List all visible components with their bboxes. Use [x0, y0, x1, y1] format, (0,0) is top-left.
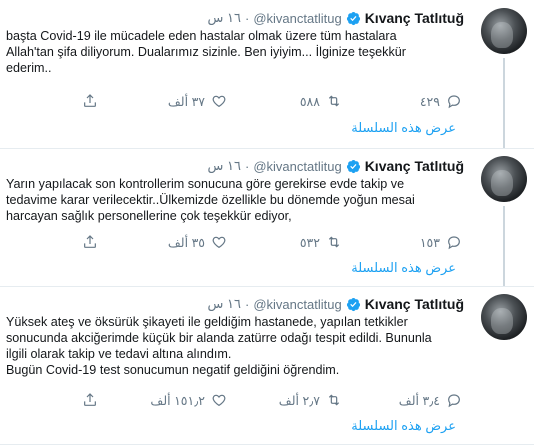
reply-icon — [448, 236, 460, 250]
reply-button[interactable]: ١٥٣ — [420, 232, 462, 252]
reply-icon — [448, 95, 460, 109]
tweet-text: Yüksek ateş ve öksürük şikayeti ile geld… — [6, 315, 432, 377]
share-button[interactable] — [82, 390, 98, 410]
avatar[interactable] — [481, 294, 527, 340]
author-handle[interactable]: @kivanctatlitug — [253, 11, 341, 26]
avatar[interactable] — [481, 156, 527, 202]
tweet-header: Kıvanç Tatlıtuğ @kivanctatlitug · ١٦ س — [208, 294, 464, 314]
share-icon — [84, 393, 96, 406]
like-button[interactable]: ٣٧ ألف — [168, 91, 227, 111]
like-count: ٣٥ ألف — [167, 235, 205, 250]
retweet-icon — [328, 236, 340, 248]
tweet-actions: ١٥٣ ٥٣٢ ٣٥ ألف — [82, 232, 462, 252]
verified-badge-icon — [346, 297, 360, 311]
verified-badge-icon — [346, 11, 360, 25]
show-thread-link[interactable]: عرض هذه السلسلة — [351, 418, 456, 434]
retweet-count: ٥٣٢ — [299, 235, 320, 250]
like-count: ١٥١٫٢ ألف — [150, 393, 205, 408]
share-icon — [84, 94, 96, 107]
tweet-time[interactable]: ١٦ س — [208, 158, 241, 174]
show-thread-link[interactable]: عرض هذه السلسلة — [351, 260, 456, 276]
retweet-button[interactable]: ٥٨٨ — [300, 91, 342, 111]
retweet-count: ٢٫٧ ألف — [278, 393, 320, 408]
separator-dot: · — [244, 296, 250, 312]
tweet-header: Kıvanç Tatlıtuğ @kivanctatlitug · ١٦ س — [208, 156, 464, 176]
share-button[interactable] — [82, 232, 98, 252]
author-handle[interactable]: @kivanctatlitug — [253, 159, 341, 174]
reply-count: ٣٫٤ ألف — [398, 393, 440, 408]
author-name[interactable]: Kıvanç Tatlıtuğ — [365, 296, 464, 312]
tweet-time[interactable]: ١٦ س — [208, 10, 241, 26]
tweet-header: Kıvanç Tatlıtuğ @kivanctatlitug · ١٦ س — [208, 8, 464, 28]
retweet-button[interactable]: ٢٫٧ ألف — [279, 390, 342, 410]
retweet-button[interactable]: ٥٣٢ — [300, 232, 342, 252]
author-name[interactable]: Kıvanç Tatlıtuğ — [365, 158, 464, 174]
separator-dot: · — [244, 10, 250, 26]
like-icon — [212, 394, 226, 407]
tweet-text: Yarın yapılacak son kontrollerim sonucun… — [6, 177, 415, 223]
tweet-actions: ٣٫٤ ألف ٢٫٧ ألف ١٥١٫٢ ألف — [82, 390, 462, 410]
like-button[interactable]: ٣٥ ألف — [168, 232, 227, 252]
reply-count: ٤٢٩ — [419, 94, 440, 109]
share-icon — [84, 235, 96, 248]
avatar[interactable] — [481, 8, 527, 54]
author-handle[interactable]: @kivanctatlitug — [253, 297, 341, 312]
like-icon — [212, 95, 226, 108]
verified-badge-icon — [346, 159, 360, 173]
tweet-3[interactable]: Kıvanç Tatlıtuğ @kivanctatlitug · ١٦ س Y… — [0, 286, 534, 445]
retweet-icon — [328, 394, 340, 406]
retweet-count: ٥٨٨ — [299, 94, 320, 109]
tweet-feed: Kıvanç Tatlıtuğ @kivanctatlitug · ١٦ س b… — [0, 0, 534, 445]
tweet-time[interactable]: ١٦ س — [208, 296, 241, 312]
share-button[interactable] — [82, 91, 98, 111]
tweet-2[interactable]: Kıvanç Tatlıtuğ @kivanctatlitug · ١٦ س Y… — [0, 148, 534, 287]
tweet-actions: ٤٢٩ ٥٨٨ ٣٧ ألف — [82, 91, 462, 111]
thread-line — [503, 58, 505, 148]
tweet-text: başta Covid-19 ile mücadele eden hastala… — [6, 29, 406, 75]
reply-button[interactable]: ٣٫٤ ألف — [399, 390, 462, 410]
tweet-1[interactable]: Kıvanç Tatlıtuğ @kivanctatlitug · ١٦ س b… — [0, 0, 534, 149]
thread-line — [503, 206, 505, 286]
separator-dot: · — [244, 158, 250, 174]
like-count: ٣٧ ألف — [167, 94, 205, 109]
reply-icon — [448, 394, 460, 408]
reply-button[interactable]: ٤٢٩ — [420, 91, 462, 111]
reply-count: ١٥٣ — [419, 235, 440, 250]
retweet-icon — [328, 95, 340, 107]
show-thread-link[interactable]: عرض هذه السلسلة — [351, 120, 456, 136]
like-button[interactable]: ١٥١٫٢ ألف — [150, 390, 227, 410]
like-icon — [212, 236, 226, 249]
author-name[interactable]: Kıvanç Tatlıtuğ — [365, 10, 464, 26]
